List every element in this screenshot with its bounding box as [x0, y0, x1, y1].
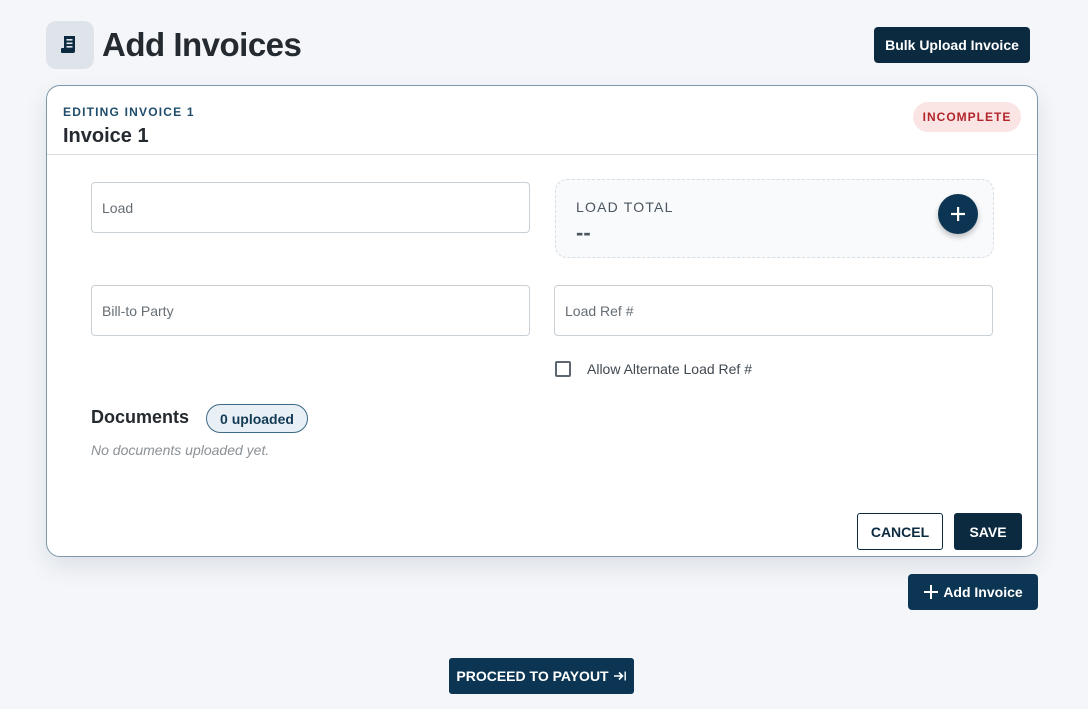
invoice-editor-card: EDITING INVOICE 1 Invoice 1 INCOMPLETE L…: [46, 85, 1038, 557]
add-invoice-label: Add Invoice: [943, 584, 1023, 600]
proceed-label: PROCEED TO PAYOUT: [456, 668, 609, 684]
load-total-label: LOAD TOTAL: [576, 199, 674, 215]
load-input[interactable]: [102, 199, 529, 216]
load-ref-field[interactable]: [554, 285, 993, 336]
receipt-icon: [46, 21, 94, 69]
editing-invoice-label: EDITING INVOICE 1: [63, 105, 195, 119]
documents-empty-text: No documents uploaded yet.: [91, 442, 270, 458]
allow-alternate-label: Allow Alternate Load Ref #: [587, 361, 752, 377]
load-field[interactable]: [91, 182, 530, 233]
load-ref-input[interactable]: [565, 302, 992, 319]
cancel-button[interactable]: CANCEL: [857, 513, 943, 550]
plus-icon: [949, 205, 967, 223]
bulk-upload-invoice-button[interactable]: Bulk Upload Invoice: [874, 27, 1030, 63]
documents-count-badge: 0 uploaded: [206, 404, 308, 433]
documents-title: Documents: [91, 407, 190, 427]
load-total-panel: LOAD TOTAL --: [555, 179, 994, 258]
page-title: Add Invoices: [102, 26, 302, 63]
allow-alternate-checkbox[interactable]: [555, 361, 571, 377]
add-load-total-button[interactable]: [938, 194, 978, 234]
bill-to-party-field[interactable]: [91, 285, 530, 336]
proceed-to-payout-button[interactable]: PROCEED TO PAYOUT: [449, 658, 634, 694]
invoice-name: Invoice 1: [63, 125, 149, 147]
add-invoice-button[interactable]: Add Invoice: [908, 574, 1038, 610]
page-header: Add Invoices: [46, 21, 302, 69]
allow-alternate-load-ref[interactable]: Allow Alternate Load Ref #: [555, 361, 752, 377]
add-invoices-page: Add Invoices Bulk Upload Invoice EDITING…: [0, 0, 1088, 709]
status-badge: INCOMPLETE: [913, 102, 1021, 132]
invoice-card-header: EDITING INVOICE 1 Invoice 1 INCOMPLETE: [47, 86, 1037, 155]
bill-to-party-input[interactable]: [102, 302, 529, 319]
save-button[interactable]: SAVE: [954, 513, 1022, 550]
load-total-value: --: [576, 220, 591, 245]
arrow-right-to-line-icon: [613, 670, 627, 682]
plus-icon: [923, 584, 939, 600]
